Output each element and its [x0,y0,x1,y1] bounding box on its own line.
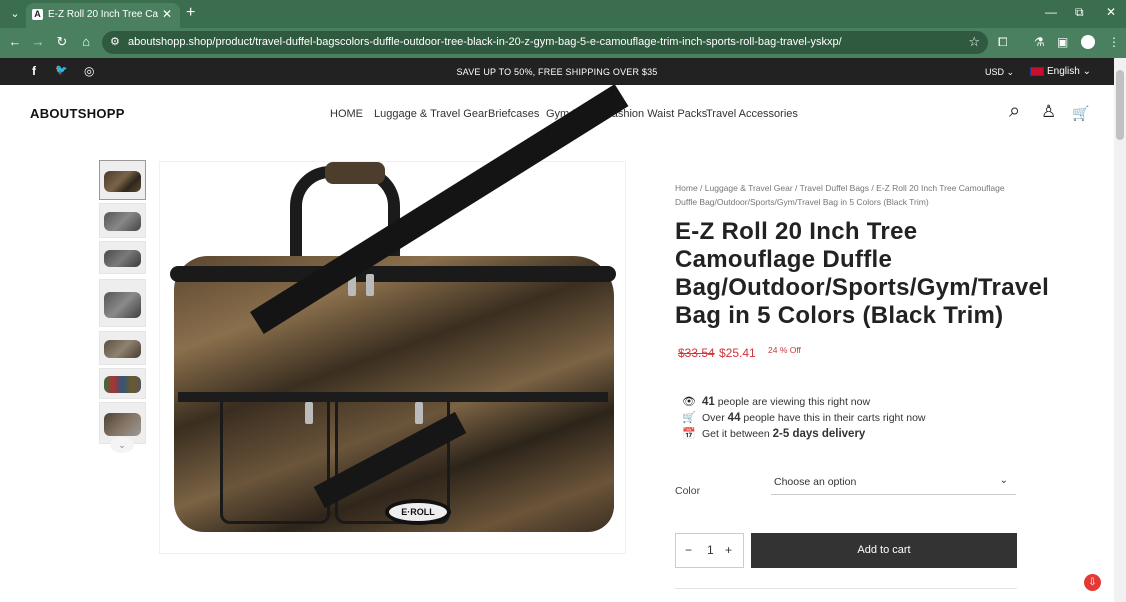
thumbnail-4[interactable] [99,279,146,327]
carts-prefix: Over [702,412,728,424]
zipper-pull [305,402,313,424]
front-pocket-left [220,394,330,524]
new-tab-icon[interactable]: + [186,4,195,22]
breadcrumb[interactable]: Home / Luggage & Travel Gear / Travel Du… [675,181,1020,209]
search-icon[interactable]: ⌕ [1009,100,1020,123]
cart-icon[interactable]: 🛒 [1072,105,1089,122]
original-price: $33.54 [678,346,715,360]
viewers-info: 👁 41 people are viewing this right now [682,395,870,408]
reload-icon[interactable]: ↻ [53,34,71,50]
floating-action-icon[interactable]: ⇩ [1084,574,1101,591]
delivery-range: 2-5 days delivery [772,428,866,440]
promo-text: SAVE UP TO 50%, FREE SHIPPING OVER $35 [456,67,658,77]
nav-home[interactable]: HOME [330,108,363,120]
calendar-icon: 📅 [682,428,696,440]
uk-flag-icon [1030,66,1044,76]
tab-title: E-Z Roll 20 Inch Tree Camoufla... [48,9,158,20]
thumbnail-6[interactable] [99,368,146,399]
zipper-pull [366,274,374,296]
tab-search-icon[interactable]: ⌄ [6,5,24,23]
product-title: E-Z Roll 20 Inch Tree Camouflage Duffle … [675,218,1050,329]
brand-logo-patch: E·ROLL [385,499,451,525]
thumbnail-1[interactable] [99,160,146,200]
window-close-icon[interactable]: ✕ [1106,5,1116,19]
home-icon[interactable]: ⌂ [77,34,95,49]
zipper-pull [415,402,423,424]
thumbnails-scroll-down-icon[interactable]: ⌄ [110,437,134,453]
site-logo[interactable]: ABOUTSHOPP [30,106,125,121]
delivery-info: 📅 Get it between 2-5 days delivery [682,427,865,440]
nav-luggage[interactable]: Luggage & Travel Gear [374,108,488,120]
bag-middle-trim [178,392,608,402]
discount-badge: 24 % Off [768,345,801,355]
forward-icon[interactable]: → [29,34,47,49]
restore-icon[interactable]: ⧉ [1075,5,1084,20]
bag-handle-wrap [325,162,385,184]
thumbnail-bag-image [104,340,141,359]
chevron-down-icon: ⌄ [999,475,1008,486]
quantity-stepper: − 1 + [675,533,744,568]
tab-close-icon[interactable]: ✕ [162,7,172,21]
bookmark-star-icon[interactable]: ☆ [968,34,980,50]
carts-text: people have this in their carts right no… [740,412,926,424]
qty-plus-button[interactable]: + [725,543,732,557]
qty-minus-button[interactable]: − [685,543,692,557]
browser-toolbar: ← → ↻ ⌂ ⚙ aboutshopp.shop/product/travel… [0,28,1126,58]
color-select[interactable]: Choose an option ⌄ [771,472,1016,495]
profile-avatar[interactable] [1081,35,1095,49]
extensions-icon[interactable]: ⧠ [998,35,1008,50]
browser-tab[interactable]: A E-Z Roll 20 Inch Tree Camoufla... ✕ [26,3,180,28]
thumbnail-bag-image [104,212,141,232]
viewers-count: 41 [702,396,715,408]
delivery-prefix: Get it between [702,428,773,440]
main-product-image[interactable]: E·ROLL [159,84,629,554]
address-bar[interactable]: ⚙ aboutshopp.shop/product/travel-duffel-… [102,31,988,54]
thumbnail-5[interactable] [99,331,146,365]
back-icon[interactable]: ← [6,34,24,49]
language-label: English ⌄ [1047,66,1091,77]
cart-small-icon: 🛒 [682,412,696,424]
browser-menu-icon[interactable]: ⋮ [1108,35,1120,49]
carts-info: 🛒 Over 44 people have this in their carts… [682,411,926,424]
color-select-value: Choose an option [774,476,857,488]
viewers-text: people are viewing this right now [714,396,871,408]
thumbnail-3[interactable] [99,241,146,274]
thumbnail-bag-image [104,413,141,436]
scrollbar-thumb[interactable] [1116,70,1124,140]
eye-icon: 👁 [682,396,696,408]
minimize-icon[interactable]: — [1045,5,1057,19]
lab-icon[interactable]: ⚗ [1034,35,1045,49]
divider [675,588,1017,589]
thumbnail-bag-image [104,291,141,318]
bag-top-trim [170,266,616,282]
color-label: Color [675,485,701,497]
browser-tab-strip: ⌄ A E-Z Roll 20 Inch Tree Camoufla... ✕ … [0,0,1126,28]
thumbnail-bag-image [104,170,141,193]
nav-travel-accessories[interactable]: Travel Accessories [706,108,798,120]
page-scrollbar[interactable] [1114,58,1126,602]
thumbnail-bag-image [104,376,141,393]
account-icon[interactable]: ♙ [1041,102,1056,122]
tab-favicon-icon: A [32,9,43,20]
announcement-bar: f 🐦 ◎ SAVE UP TO 50%, FREE SHIPPING OVER… [0,58,1126,85]
sale-price: $25.41 [719,346,756,360]
carts-count: 44 [727,412,741,424]
qty-input[interactable]: 1 [707,543,714,557]
thumbnail-2[interactable] [99,203,146,238]
side-panel-icon[interactable]: ▣ [1057,35,1068,49]
currency-select[interactable]: USD ⌄ [985,67,1014,78]
thumbnail-bag-image [104,249,141,268]
nav-briefcases[interactable]: Briefcases [488,108,539,120]
add-to-cart-button[interactable]: Add to cart [751,533,1017,568]
url-text[interactable]: aboutshopp.shop/product/travel-duffel-ba… [128,36,842,48]
site-info-icon[interactable]: ⚙ [110,35,120,48]
language-select[interactable]: English ⌄ [1030,66,1091,77]
